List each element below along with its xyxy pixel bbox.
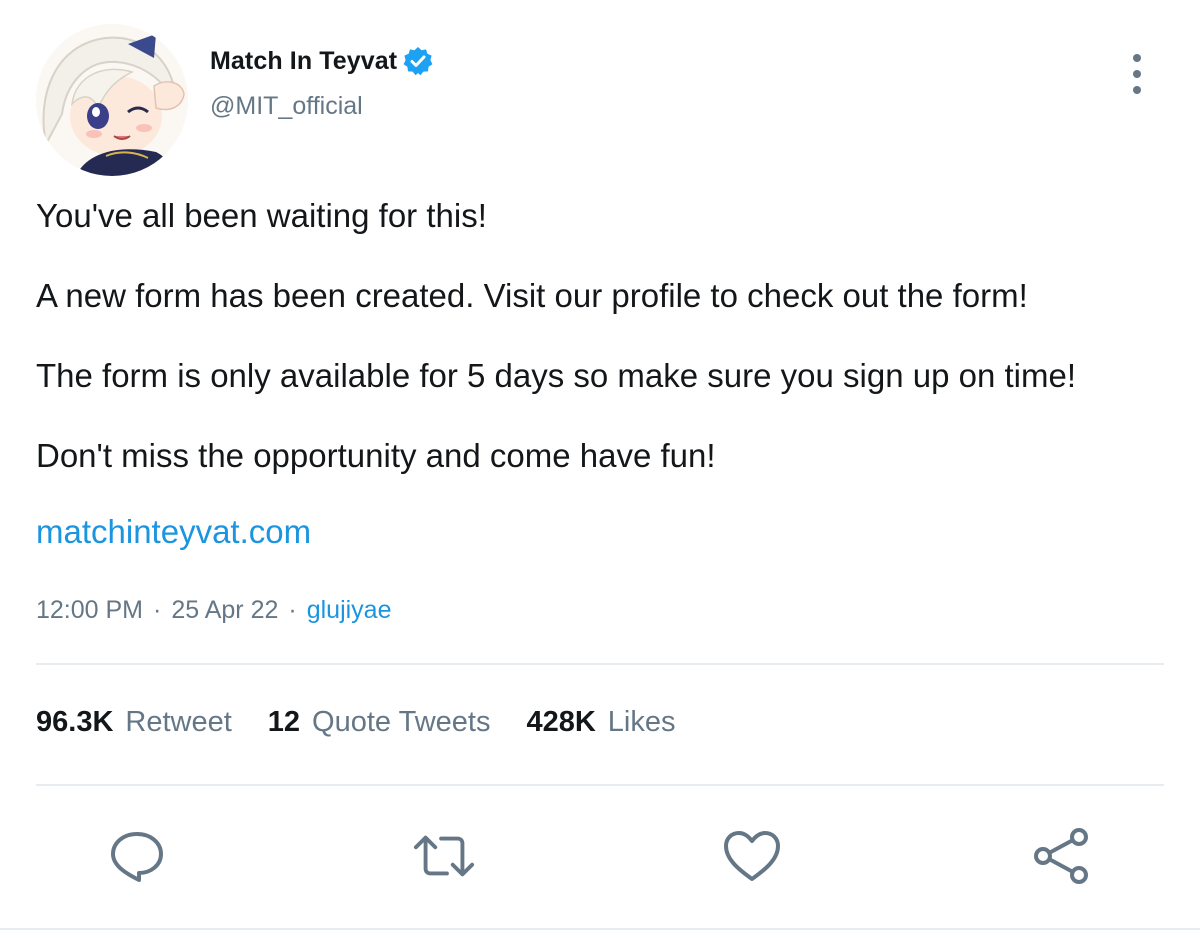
more-dot [1133, 86, 1141, 94]
share-button[interactable] [1030, 824, 1094, 888]
tweet-source-link[interactable]: glujiyae [307, 596, 392, 625]
account-info: Match In Teyvat @MIT_official [210, 42, 433, 121]
meta-separator: · [153, 596, 162, 624]
tweet-stats: 96.3K Retweet 12 Quote Tweets 428K Likes [36, 706, 711, 739]
like-button[interactable] [720, 824, 784, 888]
tweet-time[interactable]: 12:00 PM [36, 596, 143, 625]
more-dot [1133, 54, 1141, 62]
tweet-header: Match In Teyvat @MIT_official [36, 22, 1166, 178]
divider [36, 784, 1164, 786]
divider [36, 663, 1164, 665]
reply-icon [111, 832, 163, 882]
verified-badge-icon [403, 46, 433, 76]
bottom-divider [0, 928, 1200, 930]
name-row: Match In Teyvat [210, 42, 433, 80]
tweet-paragraph: You've all been waiting for this! [36, 197, 487, 234]
tweet-paragraph: Don't miss the opportunity and come have… [36, 437, 716, 474]
retweets-label: Retweet [125, 706, 232, 738]
tweet-paragraph: A new form has been created. Visit our p… [36, 277, 1028, 314]
action-bar [0, 820, 1200, 890]
avatar-illustration [36, 24, 188, 176]
retweets-count: 96.3K [36, 706, 114, 738]
retweet-button[interactable] [412, 824, 476, 888]
tweet-date[interactable]: 25 Apr 22 [171, 596, 278, 625]
avatar[interactable] [36, 24, 188, 176]
account-handle[interactable]: @MIT_official [210, 92, 433, 121]
retweet-icon [413, 835, 475, 877]
heart-icon [724, 831, 780, 881]
share-icon [1034, 828, 1088, 884]
retweets-stat[interactable]: 96.3K Retweet [36, 706, 232, 739]
tweet-link[interactable]: matchinteyvat.com [36, 512, 311, 552]
tweet-paragraph: The form is only available for 5 days so… [36, 357, 1076, 394]
likes-label: Likes [607, 706, 676, 738]
meta-separator: · [288, 596, 297, 624]
reply-button[interactable] [105, 824, 169, 888]
more-options-icon[interactable] [1122, 54, 1152, 94]
tweet-text: You've all been waiting for this! A new … [36, 196, 1176, 516]
display-name[interactable]: Match In Teyvat [210, 47, 397, 76]
quote-tweets-count: 12 [267, 706, 301, 738]
tweet-detail: Match In Teyvat @MIT_official You've all… [0, 0, 1200, 944]
quote-tweets-stat[interactable]: 12 Quote Tweets [268, 706, 491, 739]
tweet-meta: 12:00 PM · 25 Apr 22 · glujiyae [36, 596, 391, 625]
more-dot [1133, 70, 1141, 78]
likes-stat[interactable]: 428K Likes [526, 706, 675, 739]
likes-count: 428K [526, 706, 596, 738]
quote-tweets-label: Quote Tweets [312, 706, 491, 738]
